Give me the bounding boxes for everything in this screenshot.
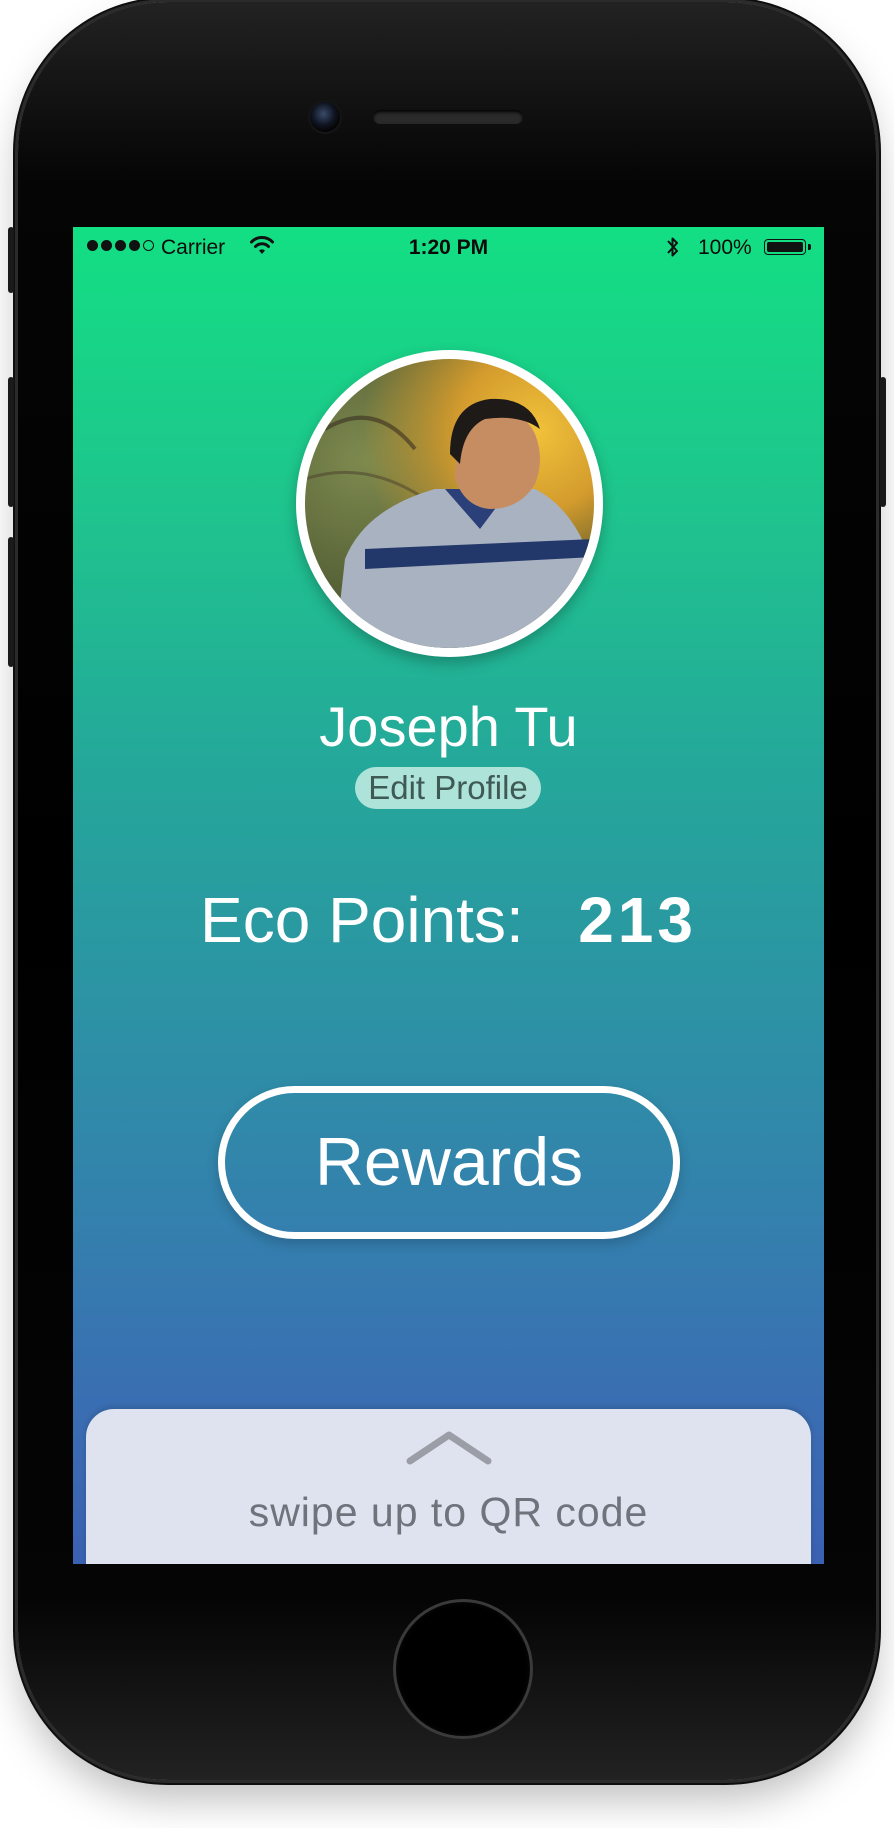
- volume-up-button: [8, 377, 14, 507]
- avatar[interactable]: [296, 350, 603, 657]
- eco-points-row: Eco Points: 213: [73, 883, 824, 957]
- rewards-button[interactable]: Rewards: [218, 1086, 680, 1239]
- status-bar: Carrier 1:20 PM 100%: [73, 227, 824, 269]
- edit-profile-button[interactable]: Edit Profile: [355, 767, 541, 809]
- silent-switch: [8, 227, 14, 293]
- home-button[interactable]: [396, 1602, 530, 1736]
- qr-swipe-panel[interactable]: swipe up to QR code: [86, 1409, 811, 1564]
- app-screen: Carrier 1:20 PM 100% Joseph Tu Edit Prof…: [73, 227, 824, 1564]
- battery-tip: [808, 244, 811, 250]
- battery-percentage: 100%: [698, 236, 752, 259]
- chevron-up-icon: [404, 1427, 494, 1471]
- volume-down-button: [8, 537, 14, 667]
- power-button: [880, 377, 886, 507]
- swipe-hint-text: swipe up to QR code: [248, 1489, 649, 1535]
- bluetooth-icon: [665, 234, 681, 266]
- eco-points-label: Eco Points:: [200, 884, 524, 956]
- earpiece-speaker: [373, 110, 523, 124]
- front-camera: [310, 102, 340, 132]
- eco-points-value: 213: [578, 884, 697, 956]
- user-name: Joseph Tu: [319, 695, 578, 758]
- profile-photo: [305, 359, 594, 648]
- battery-icon: [764, 239, 806, 255]
